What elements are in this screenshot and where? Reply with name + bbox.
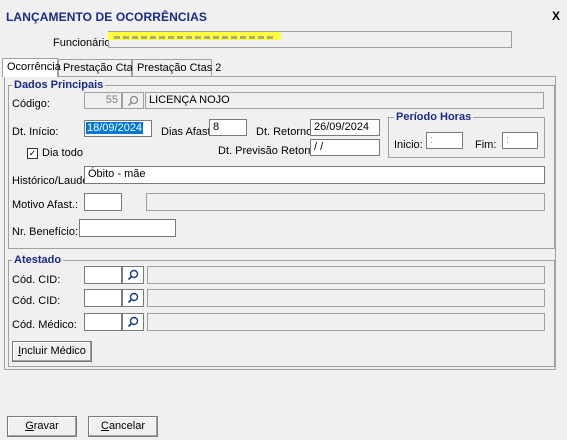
medico-label: Cód. Médico: [12, 319, 77, 331]
search-icon [127, 316, 139, 328]
tab-prestacao-ctas[interactable]: Prestação Ctas [58, 59, 138, 76]
dt-prev-retorno-field[interactable]: / / [310, 139, 380, 156]
gravar-button[interactable]: Gravar [7, 416, 77, 437]
dt-inicio-label: Dt. Início: [12, 126, 59, 138]
atestado-title: Atestado [12, 254, 64, 266]
beneficio-field[interactable] [79, 219, 176, 237]
cid1-label: Cód. CID: [12, 274, 61, 286]
historico-label: Histórico/Laudo: [12, 175, 92, 187]
cid2-field[interactable] [84, 289, 122, 307]
inicio-field[interactable]: : [426, 132, 463, 149]
search-icon [127, 292, 139, 304]
cid1-field[interactable] [84, 266, 122, 284]
fim-field[interactable]: : [502, 132, 538, 149]
codigo-search-button[interactable] [122, 92, 144, 109]
cid2-desc-field [147, 289, 545, 307]
inicio-label: Inicio: [394, 139, 423, 151]
cid2-label: Cód. CID: [12, 295, 61, 307]
dias-afast-label: Dias Afast. [161, 126, 214, 138]
incluir-medico-label: ncluir Médico [21, 345, 86, 357]
dt-retorno-label: Dt. Retorno: [256, 126, 316, 138]
codigo-desc-field: LICENÇA NOJO [145, 92, 544, 109]
cancelar-label: ancelar [108, 420, 146, 432]
search-icon [127, 269, 139, 281]
fim-label: Fim: [475, 139, 497, 151]
cid1-desc-field [147, 266, 545, 284]
codigo-field[interactable]: 55 [84, 92, 122, 109]
dia-todo-label: Dia todo [42, 147, 83, 159]
medico-search-button[interactable] [122, 313, 144, 331]
cancelar-hotkey: C [100, 420, 109, 432]
dt-prev-retorno-label: Dt. Previsão Retorno: [218, 145, 324, 157]
close-button[interactable]: X [552, 9, 560, 23]
dados-principais-title: Dados Principais [12, 79, 106, 91]
incluir-medico-button[interactable]: Incluir Médico [12, 341, 92, 362]
tab-prestacao-ctas-2[interactable]: Prestação Ctas 2 [132, 59, 221, 76]
motivo-label: Motivo Afast.: [12, 199, 79, 211]
motivo-field[interactable] [84, 193, 122, 211]
cid1-search-button[interactable] [122, 266, 144, 284]
codigo-label: Código: [12, 98, 50, 110]
dt-inicio-field[interactable]: 18/09/2024 [84, 120, 152, 137]
redacted-name [114, 36, 274, 39]
cancelar-button[interactable]: Cancelar [88, 416, 158, 437]
dia-todo-checkbox[interactable]: ✓ [27, 148, 38, 159]
medico-desc-field [147, 313, 545, 331]
search-icon [127, 95, 139, 106]
dt-inicio-selected-text: 18/09/2024 [86, 122, 144, 134]
dt-retorno-field[interactable]: 26/09/2024 [310, 119, 380, 136]
gravar-hotkey: G [25, 420, 34, 432]
dias-afast-field[interactable]: 8 [209, 119, 247, 136]
historico-field[interactable]: Óbito - mãe [84, 166, 545, 184]
gravar-label: ravar [33, 420, 59, 432]
funcionario-label: Funcionário: [53, 37, 114, 49]
periodo-horas-title: Período Horas [394, 111, 474, 123]
beneficio-label: Nr. Benefício: [12, 226, 79, 238]
cid2-search-button[interactable] [122, 289, 144, 307]
tab-ocorrencia[interactable]: Ocorrência [2, 58, 61, 77]
medico-field[interactable] [84, 313, 122, 331]
motivo-desc-field [146, 193, 545, 211]
window-title: LANÇAMENTO DE OCORRÊNCIAS [6, 10, 207, 24]
